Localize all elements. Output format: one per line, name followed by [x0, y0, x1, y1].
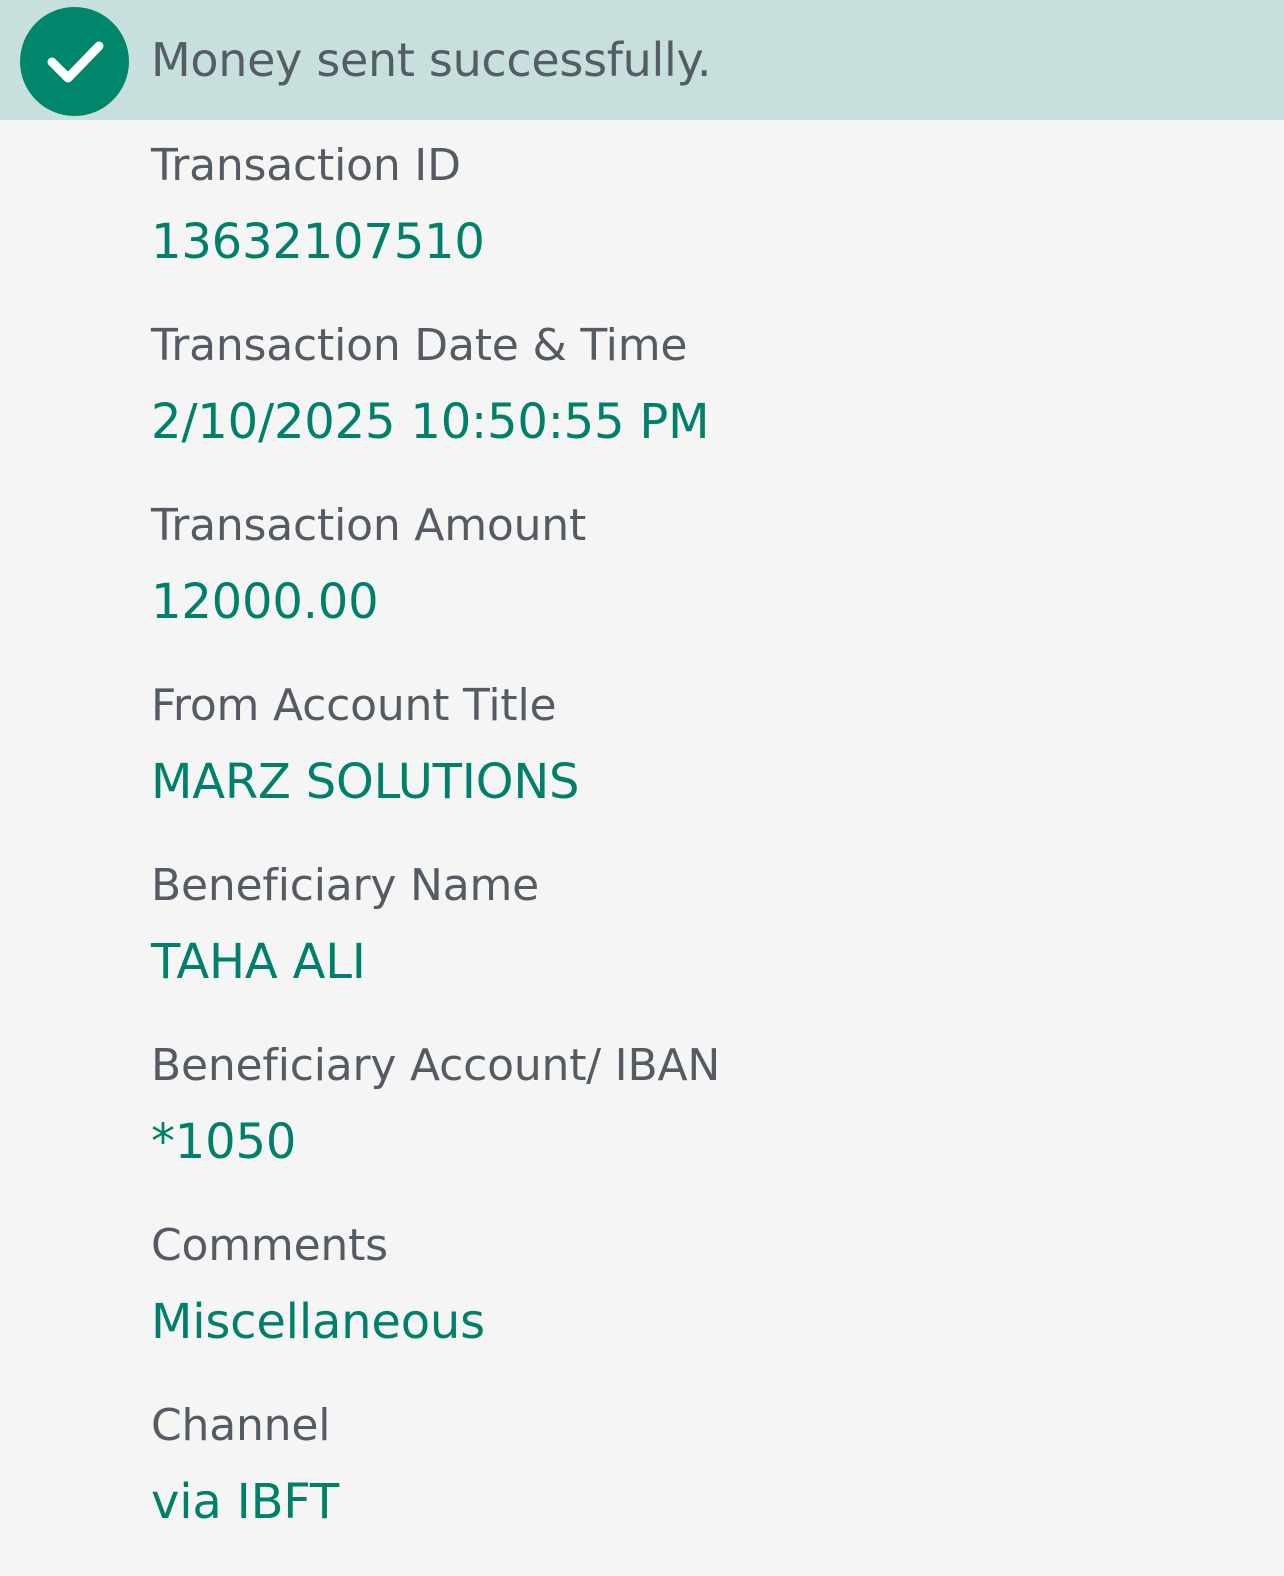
- field-label: Transaction Amount: [151, 500, 587, 551]
- field-value: 13632107510: [151, 214, 485, 270]
- comments-field: Comments Miscellaneous: [151, 1216, 1251, 1396]
- field-value: 12000.00: [151, 574, 379, 630]
- field-label: Channel: [151, 1400, 331, 1451]
- field-value: MARZ SOLUTIONS: [151, 754, 580, 810]
- from-account-title-field: From Account Title MARZ SOLUTIONS: [151, 676, 1251, 856]
- field-value: *1050: [151, 1114, 297, 1170]
- field-value: Miscellaneous: [151, 1294, 485, 1350]
- field-label: From Account Title: [151, 680, 557, 731]
- beneficiary-name-field: Beneficiary Name TAHA ALI: [151, 856, 1251, 1036]
- channel-field: Channel via IBFT: [151, 1396, 1251, 1576]
- field-value: via IBFT: [151, 1474, 339, 1530]
- transaction-datetime-field: Transaction Date & Time 2/10/2025 10:50:…: [151, 316, 1251, 496]
- transaction-details: Transaction ID 13632107510 Transaction D…: [151, 136, 1251, 1576]
- success-banner: Money sent successfully.: [0, 0, 1284, 120]
- success-message: Money sent successfully.: [151, 33, 712, 87]
- check-circle-icon: [20, 7, 129, 116]
- field-label: Transaction Date & Time: [151, 320, 688, 371]
- field-label: Comments: [151, 1220, 388, 1271]
- transaction-id-field: Transaction ID 13632107510: [151, 136, 1251, 316]
- field-label: Beneficiary Name: [151, 860, 540, 911]
- field-label: Transaction ID: [151, 140, 461, 191]
- beneficiary-account-field: Beneficiary Account/ IBAN *1050: [151, 1036, 1251, 1216]
- field-label: Beneficiary Account/ IBAN: [151, 1040, 721, 1091]
- field-value: 2/10/2025 10:50:55 PM: [151, 394, 710, 450]
- transaction-amount-field: Transaction Amount 12000.00: [151, 496, 1251, 676]
- field-value: TAHA ALI: [151, 934, 366, 990]
